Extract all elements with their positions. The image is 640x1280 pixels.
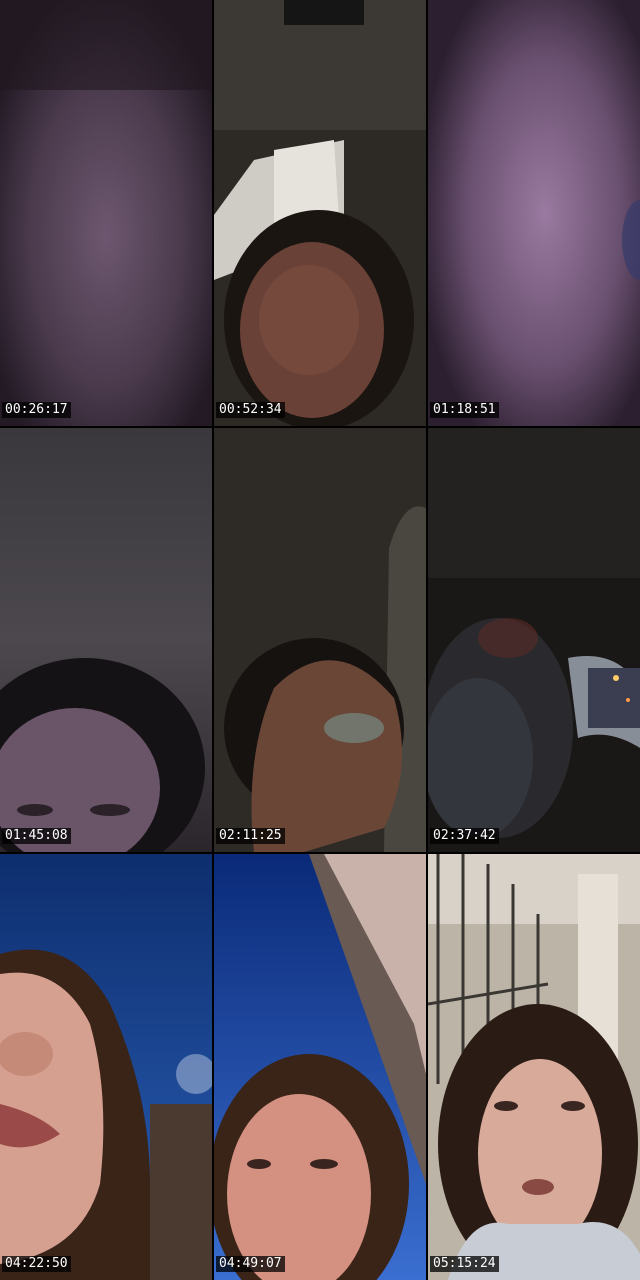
frame-9-image	[428, 854, 640, 1280]
frame-1-timestamp: 00:26:17	[2, 402, 71, 418]
contact-sheet-grid: 00:26:17 00:52:34 01:18:51 01:45:08 02:1…	[0, 0, 640, 1280]
video-frame-1: 00:26:17	[0, 0, 212, 426]
video-frame-5: 02:11:25	[214, 428, 426, 852]
frame-5-timestamp: 02:11:25	[216, 828, 285, 844]
frame-5-image	[214, 428, 426, 852]
video-frame-3: 01:18:51	[428, 0, 640, 426]
frame-7-image	[0, 854, 212, 1280]
video-frame-6: 02:37:42	[428, 428, 640, 852]
video-frame-8: 04:49:07	[214, 854, 426, 1280]
frame-6-image	[428, 428, 640, 852]
frame-4-image	[0, 428, 212, 852]
video-frame-2: 00:52:34	[214, 0, 426, 426]
video-frame-9: 05:15:24	[428, 854, 640, 1280]
frame-2-image	[214, 0, 426, 426]
frame-3-timestamp: 01:18:51	[430, 402, 499, 418]
frame-1-image	[0, 0, 212, 426]
frame-6-timestamp: 02:37:42	[430, 828, 499, 844]
frame-8-image	[214, 854, 426, 1280]
frame-2-timestamp: 00:52:34	[216, 402, 285, 418]
frame-4-timestamp: 01:45:08	[2, 828, 71, 844]
frame-3-image	[428, 0, 640, 426]
frame-9-timestamp: 05:15:24	[430, 1256, 499, 1272]
video-frame-4: 01:45:08	[0, 428, 212, 852]
frame-7-timestamp: 04:22:50	[2, 1256, 71, 1272]
frame-8-timestamp: 04:49:07	[216, 1256, 285, 1272]
video-frame-7: 04:22:50	[0, 854, 212, 1280]
